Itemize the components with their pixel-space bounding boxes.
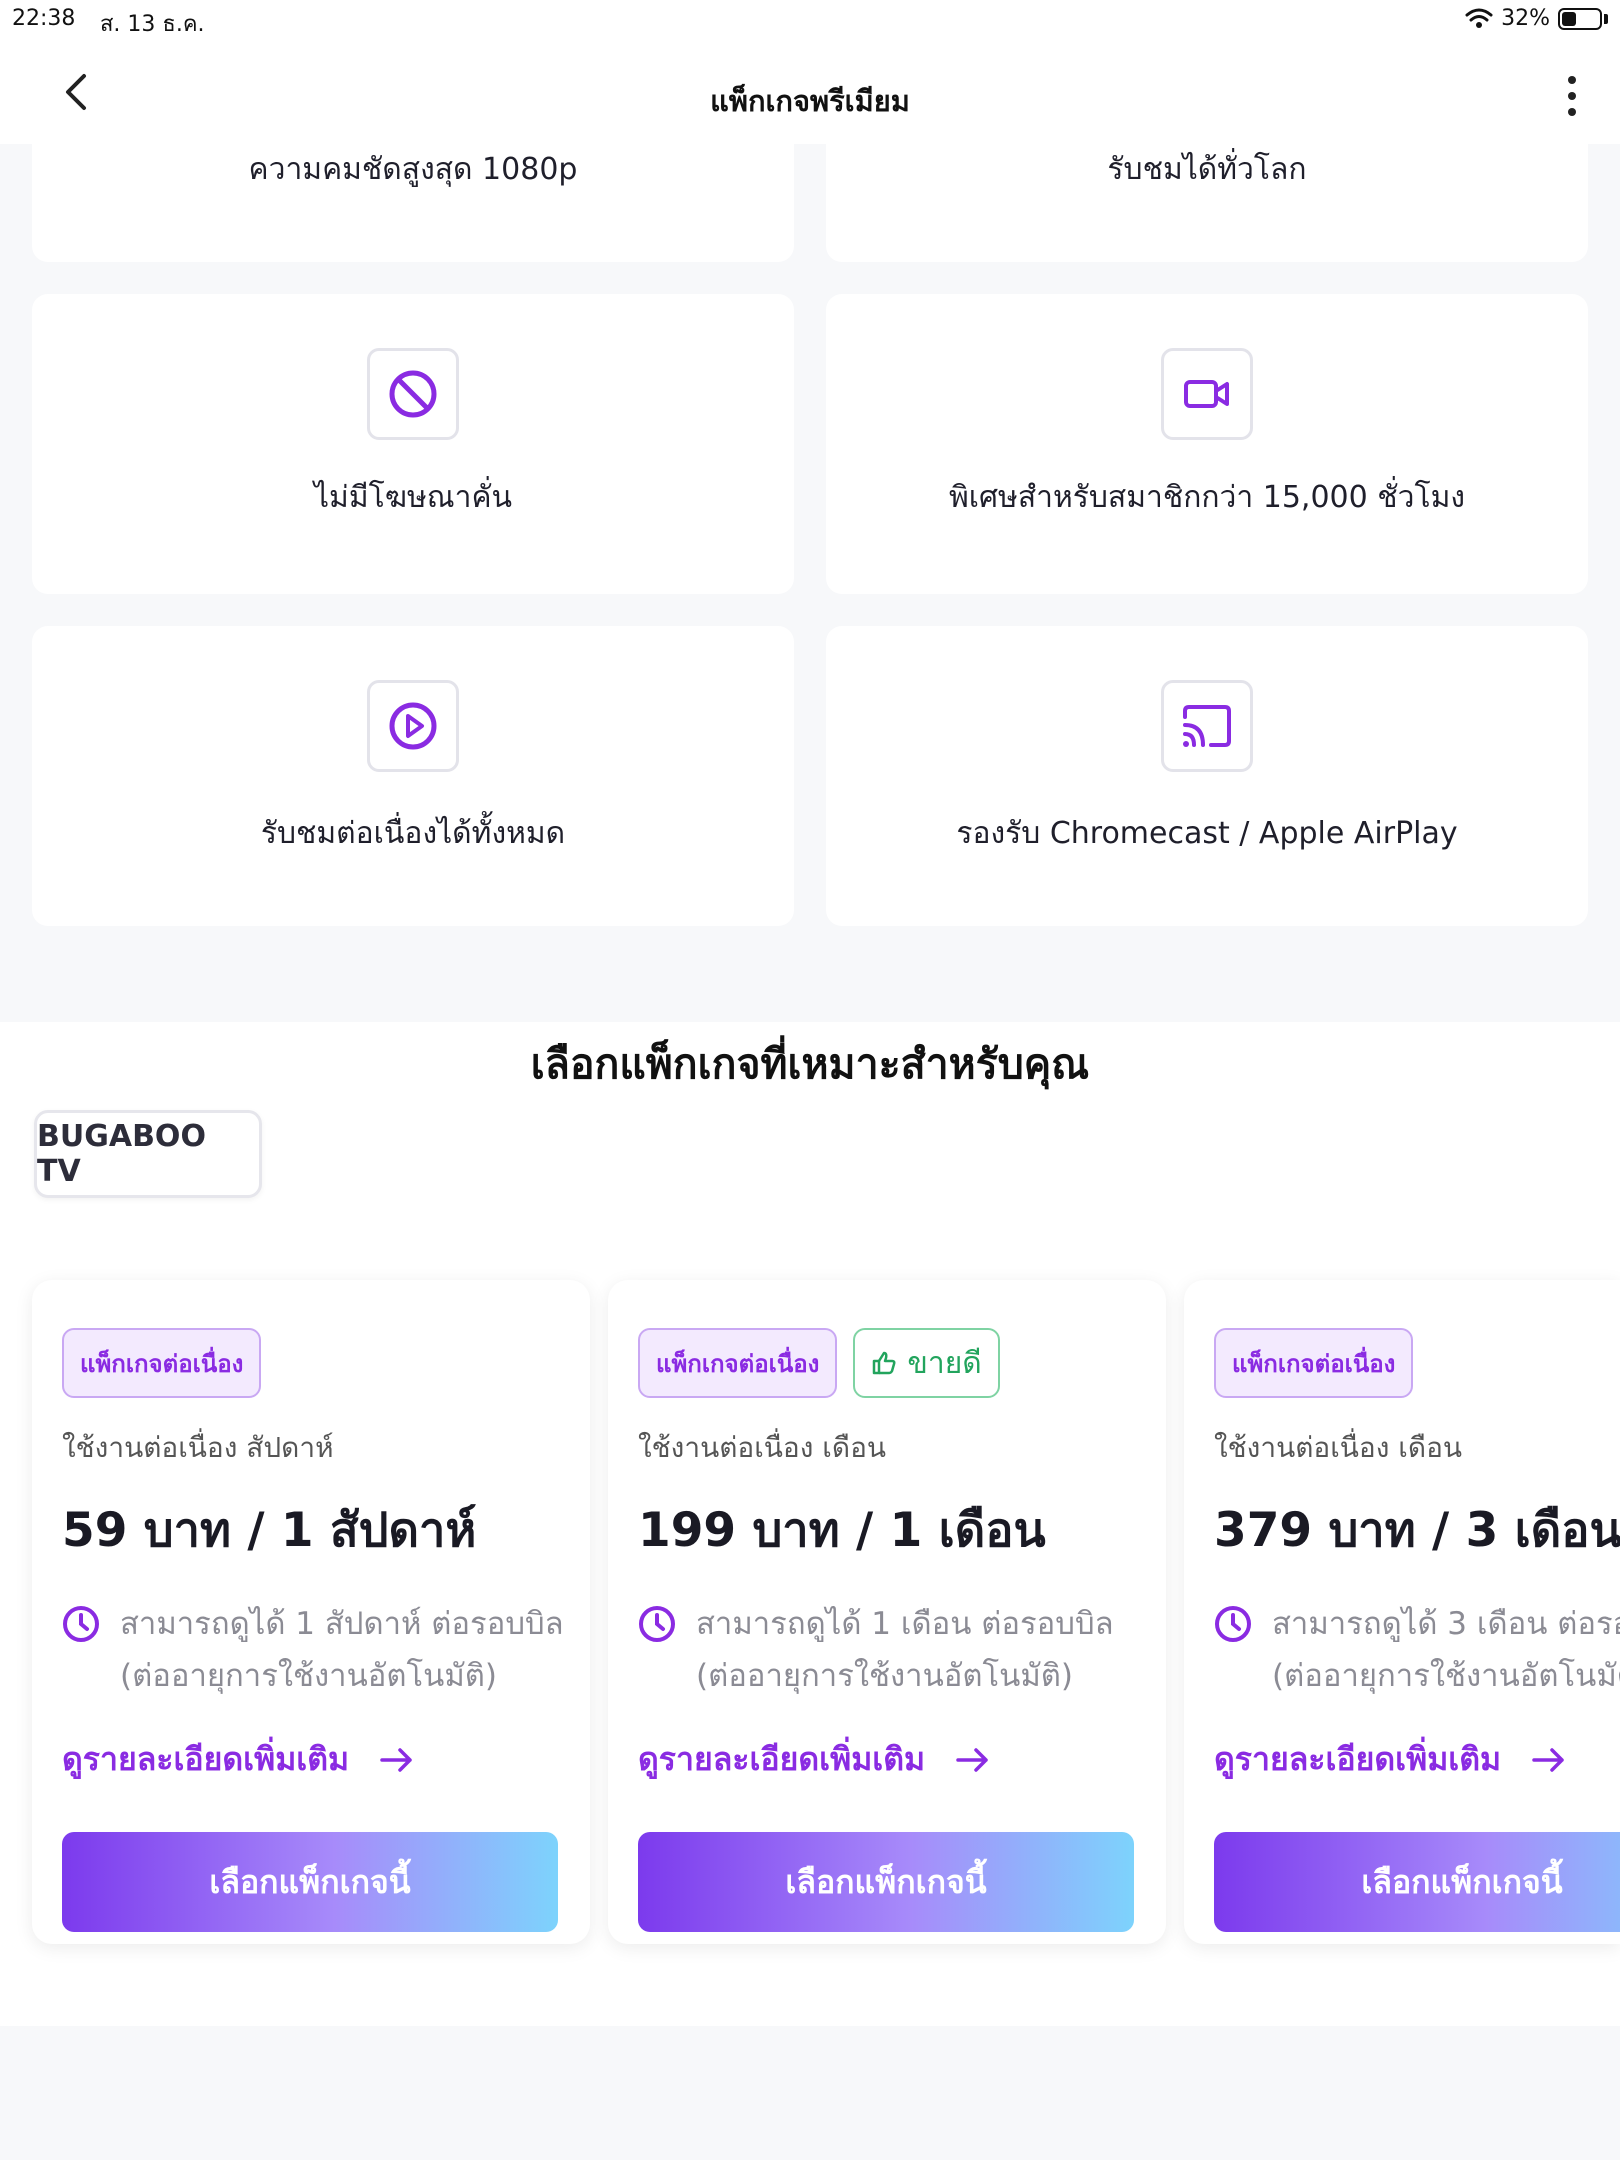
plan-price: 379 บาท / 3 เดือน bbox=[1214, 1503, 1620, 1558]
feature-icon-box bbox=[1161, 348, 1253, 440]
best-seller-label: ขายดี bbox=[907, 1345, 982, 1381]
best-seller-badge: ขายดี bbox=[853, 1328, 1000, 1398]
plan-subtitle: ใช้งานต่อเนื่อง สัปดาห์ bbox=[62, 1431, 334, 1464]
feature-label: รับชมได้ทั่วโลก bbox=[1107, 152, 1307, 187]
feature-card-exclusive-hours: พิเศษสำหรับสมาชิกกว่า 15,000 ชั่วโมง bbox=[826, 294, 1588, 594]
provider-tab-bugaboo[interactable]: BUGABOO TV bbox=[34, 1110, 262, 1198]
feature-label: ความคมชัดสูงสุด 1080p bbox=[248, 152, 578, 187]
feature-icon-box bbox=[1161, 680, 1253, 772]
plan-note-line: (ต่ออายุการใช้งานอัตโนมัติ) bbox=[120, 1658, 498, 1694]
clock-icon bbox=[1215, 1606, 1251, 1642]
play-circle-icon bbox=[389, 702, 437, 750]
plan-details-label: ดูรายละเอียดเพิ่มเติม bbox=[638, 1740, 926, 1778]
status-time: 22:38 bbox=[12, 6, 76, 31]
more-vertical-icon bbox=[1568, 76, 1576, 84]
clock-icon bbox=[63, 1606, 99, 1642]
arrow-right-icon bbox=[380, 1747, 412, 1772]
plan-note-line: (ต่ออายุการใช้งานอัตโนมัติ) bbox=[1272, 1658, 1620, 1694]
app-header: แพ็กเกจพรีเมียม bbox=[0, 40, 1620, 144]
clock-icon bbox=[639, 1606, 675, 1642]
feature-label: รับชมต่อเนื่องได้ทั้งหมด bbox=[260, 816, 566, 851]
status-bar: 22:38 ส. 13 ธ.ค. 32% bbox=[0, 0, 1620, 40]
feature-card-no-ads: ไม่มีโฆษณาคั่น bbox=[32, 294, 794, 594]
more-options-button[interactable] bbox=[1562, 76, 1582, 120]
plan-price: 59 บาท / 1 สัปดาห์ bbox=[62, 1503, 477, 1558]
plan-details-link[interactable]: ดูรายละเอียดเพิ่มเติม bbox=[638, 1734, 991, 1785]
plan-details-label: ดูรายละเอียดเพิ่มเติม bbox=[1214, 1740, 1502, 1778]
plan-type-badge: แพ็กเกจต่อเนื่อง bbox=[62, 1328, 262, 1398]
plan-details-link[interactable]: ดูรายละเอียดเพิ่มเติม bbox=[1214, 1734, 1567, 1785]
page-footer-area bbox=[0, 2026, 1620, 2160]
feature-icon-box bbox=[367, 348, 459, 440]
select-plan-button[interactable]: เลือกแพ็กเกจนี้ bbox=[62, 1832, 558, 1932]
plan-note: สามารถดูได้ 1 สัปดาห์ ต่อรอบบิล (ต่ออายุ… bbox=[62, 1598, 564, 1702]
feature-label: ไม่มีโฆษณาคั่น bbox=[313, 480, 513, 515]
plans-title: เลือกแพ็กเกจที่เหมาะสำหรับคุณ bbox=[530, 1040, 1090, 1088]
select-plan-button[interactable]: เลือกแพ็กเกจนี้ bbox=[638, 1832, 1134, 1932]
plan-note-line: (ต่ออายุการใช้งานอัตโนมัติ) bbox=[696, 1658, 1074, 1694]
select-plan-button[interactable]: เลือกแพ็กเกจนี้ bbox=[1214, 1832, 1620, 1932]
status-indicators: 32% bbox=[1465, 6, 1608, 31]
wifi-icon bbox=[1465, 8, 1493, 28]
battery-percent: 32% bbox=[1501, 6, 1550, 31]
battery-icon bbox=[1558, 7, 1602, 30]
plan-subtitle: ใช้งานต่อเนื่อง เดือน bbox=[1214, 1431, 1463, 1464]
plan-note: สามารถดูได้ 3 เดือน ต่อรอบบ (ต่ออายุการใ… bbox=[1214, 1598, 1620, 1702]
plan-card-monthly: แพ็กเกจต่อเนื่อง ขายดี ใช้งานต่อเนื่อง เ… bbox=[608, 1280, 1166, 1944]
feature-card-casting: รองรับ Chromecast / Apple AirPlay bbox=[826, 626, 1588, 926]
badge-row: แพ็กเกจต่อเนื่อง bbox=[1214, 1328, 1414, 1398]
plan-details-link[interactable]: ดูรายละเอียดเพิ่มเติม bbox=[62, 1734, 415, 1785]
plan-note: สามารถดูได้ 1 เดือน ต่อรอบบิล (ต่ออายุกา… bbox=[638, 1598, 1114, 1702]
plan-type-badge: แพ็กเกจต่อเนื่อง bbox=[638, 1328, 838, 1398]
plan-note-line: สามารถดูได้ 3 เดือน ต่อรอบบ bbox=[1272, 1606, 1620, 1642]
plan-type-badge: แพ็กเกจต่อเนื่อง bbox=[1214, 1328, 1414, 1398]
plan-note-line: สามารถดูได้ 1 เดือน ต่อรอบบิล bbox=[696, 1606, 1114, 1642]
video-camera-icon bbox=[1184, 380, 1229, 408]
plan-card-weekly: แพ็กเกจต่อเนื่อง ใช้งานต่อเนื่อง สัปดาห์… bbox=[32, 1280, 590, 1944]
plans-section: เลือกแพ็กเกจที่เหมาะสำหรับคุณ BUGABOO TV… bbox=[0, 1022, 1620, 2026]
status-date: ส. 13 ธ.ค. bbox=[100, 12, 205, 37]
plan-subtitle: ใช้งานต่อเนื่อง เดือน bbox=[638, 1431, 887, 1464]
feature-card-continuous: รับชมต่อเนื่องได้ทั้งหมด bbox=[32, 626, 794, 926]
badge-row: แพ็กเกจต่อเนื่อง ขายดี bbox=[638, 1328, 1000, 1398]
badge-row: แพ็กเกจต่อเนื่อง bbox=[62, 1328, 262, 1398]
plan-details-label: ดูรายละเอียดเพิ่มเติม bbox=[62, 1740, 350, 1778]
plan-note-line: สามารถดูได้ 1 สัปดาห์ ต่อรอบบิล bbox=[120, 1606, 564, 1642]
thumbs-up-icon bbox=[873, 1351, 896, 1375]
arrow-right-icon bbox=[1532, 1747, 1564, 1772]
block-icon bbox=[389, 370, 437, 418]
page-title: แพ็กเกจพรีเมียม bbox=[710, 84, 910, 118]
arrow-right-icon bbox=[956, 1747, 988, 1772]
feature-icon-box bbox=[367, 680, 459, 772]
cast-icon bbox=[1183, 705, 1231, 747]
feature-label: พิเศษสำหรับสมาชิกกว่า 15,000 ชั่วโมง bbox=[948, 480, 1466, 515]
feature-label: รองรับ Chromecast / Apple AirPlay bbox=[956, 816, 1458, 851]
plan-card-quarterly: แพ็กเกจต่อเนื่อง ใช้งานต่อเนื่อง เดือน 3… bbox=[1184, 1280, 1620, 1944]
plan-price: 199 บาท / 1 เดือน bbox=[638, 1503, 1046, 1558]
